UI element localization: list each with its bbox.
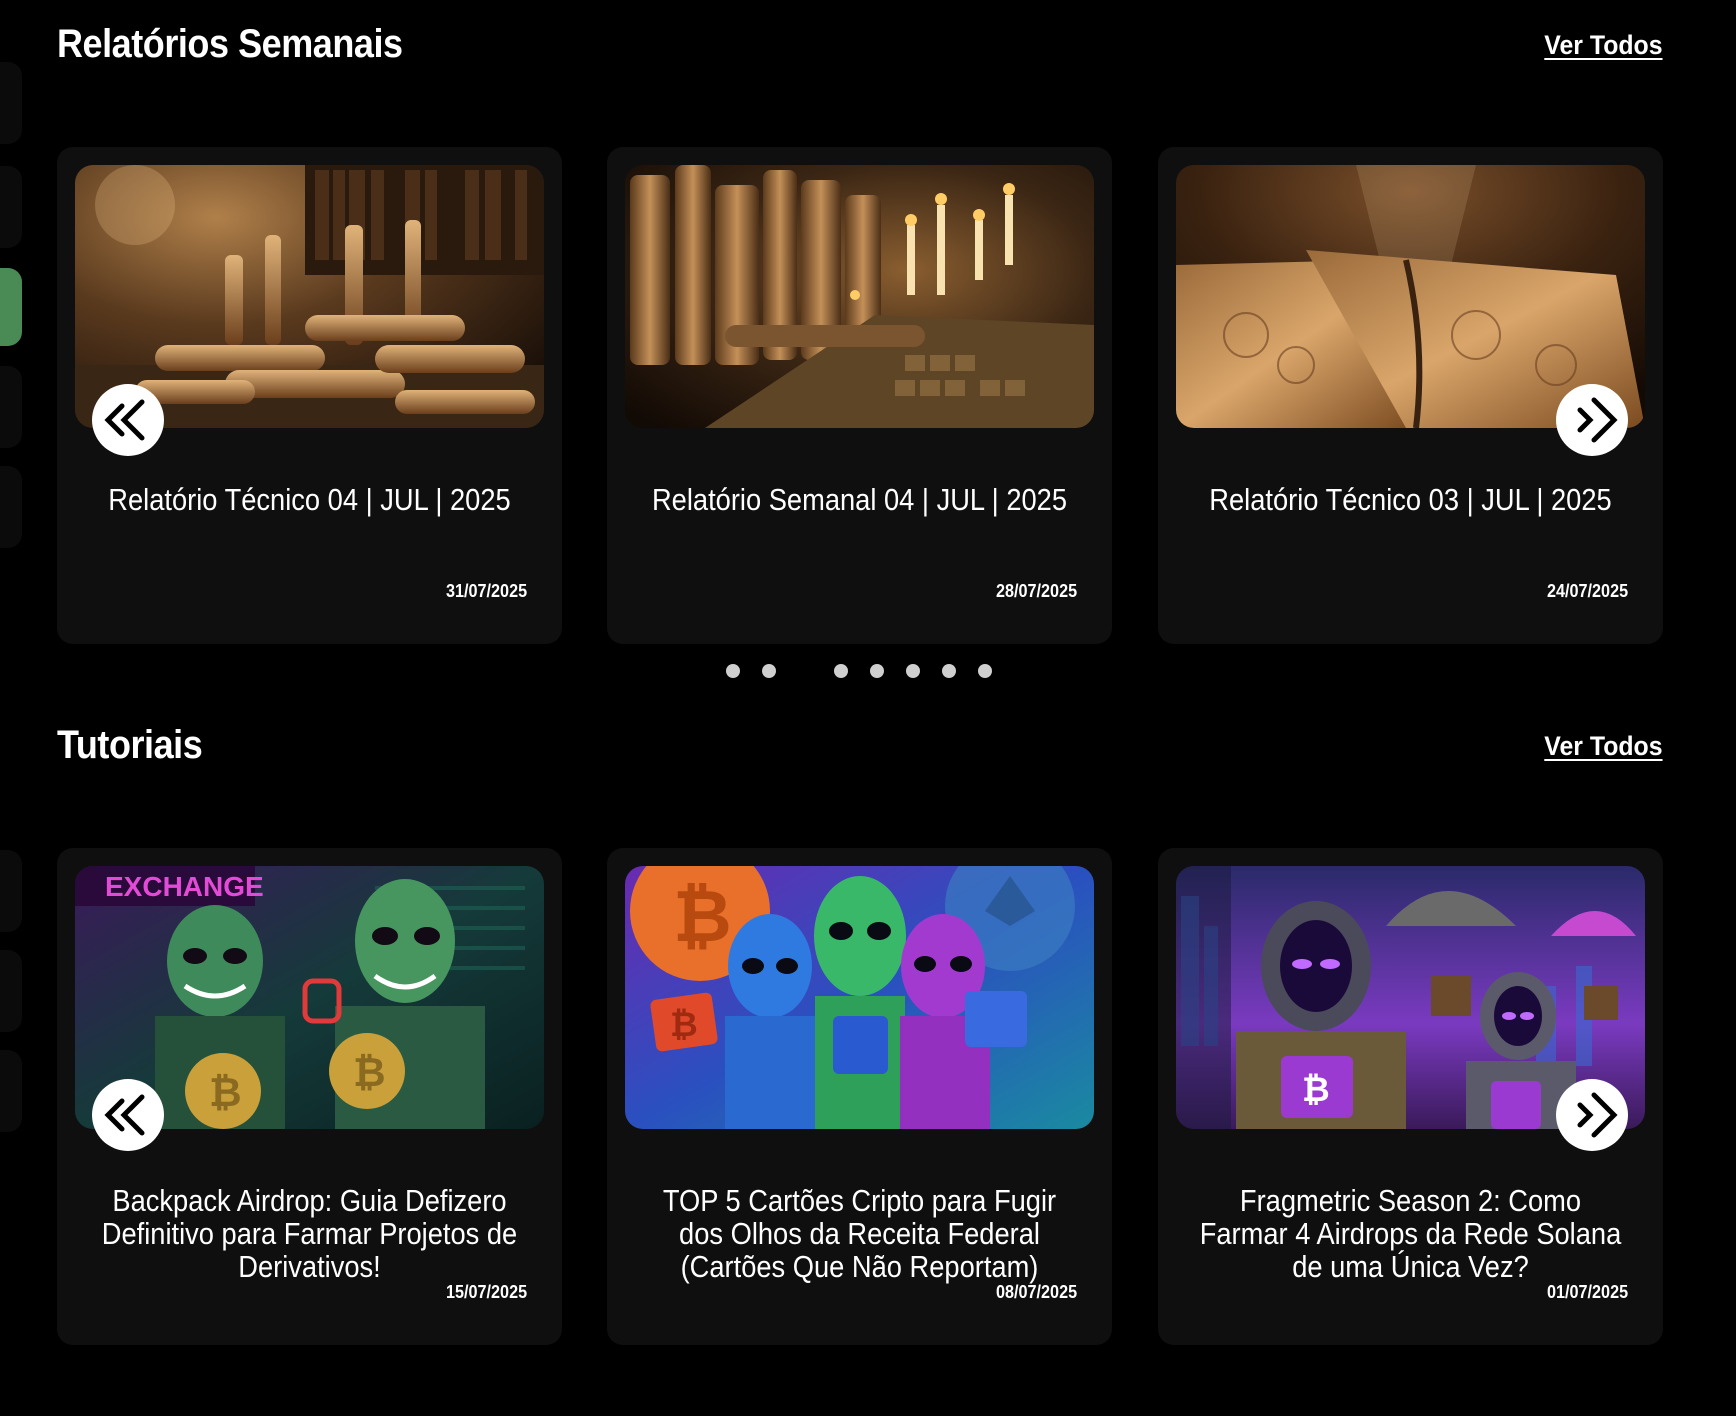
- card-date: 28/07/2025: [995, 581, 1077, 601]
- pagination-dot[interactable]: [834, 664, 848, 678]
- card-date: 24/07/2025: [1546, 581, 1628, 601]
- carousel-prev-button[interactable]: [92, 1079, 164, 1151]
- ancient-books-candles-image: [625, 165, 1094, 428]
- svg-text:₿: ₿: [670, 1006, 698, 1044]
- double-chevron-right-icon: [1577, 397, 1618, 443]
- card-date: 01/07/2025: [1546, 1282, 1628, 1302]
- side-nav-item[interactable]: [0, 466, 22, 548]
- section-title: Tutoriais: [57, 723, 203, 767]
- card-title: Backpack Airdrop: Guia Defizero Definiti…: [101, 1183, 518, 1284]
- side-nav-item[interactable]: [0, 366, 22, 448]
- svg-text:₿: ₿: [673, 877, 732, 957]
- pagination-dot[interactable]: [762, 664, 776, 678]
- pagination-dot[interactable]: [906, 664, 920, 678]
- carousel-next-button[interactable]: [1556, 1079, 1628, 1151]
- side-nav-item[interactable]: [0, 1050, 22, 1132]
- card-date: 15/07/2025: [445, 1282, 527, 1302]
- side-nav-item[interactable]: [0, 950, 22, 1032]
- section-title: Relatórios Semanais: [57, 22, 403, 66]
- card-date: 31/07/2025: [445, 581, 527, 601]
- card-title: Relatório Técnico 04 | JUL | 2025: [108, 482, 511, 517]
- view-all-link[interactable]: Ver Todos: [1545, 731, 1663, 762]
- carousel: Relatório Técnico 04 | JUL | 2025 31/07/…: [57, 147, 1663, 644]
- weekly-reports-section: Relatórios Semanais Ver Todos Relatório …: [57, 22, 1663, 652]
- svg-text:₿: ₿: [1302, 1071, 1330, 1109]
- side-nav-item-active[interactable]: [0, 268, 22, 346]
- double-chevron-right-icon: [1577, 1092, 1618, 1138]
- pagination-dot[interactable]: [942, 664, 956, 678]
- double-chevron-left-icon: [104, 1094, 145, 1136]
- report-card[interactable]: Relatório Semanal 04 | JUL | 2025 28/07/…: [607, 147, 1112, 644]
- card-date: 08/07/2025: [995, 1282, 1077, 1302]
- carousel-pagination: [0, 664, 1736, 680]
- card-title: Relatório Semanal 04 | JUL | 2025: [651, 482, 1068, 517]
- aliens-crypto-cards-image: ₿ ₿: [625, 866, 1094, 1129]
- pagination-dot[interactable]: [870, 664, 884, 678]
- svg-text:₿: ₿: [209, 1071, 242, 1115]
- carousel: EXCHANGE ₿ ₿ Backpack Airdrop: Guia Defi…: [57, 848, 1663, 1345]
- tutorials-section: Tutoriais Ver Todos EXCHANGE ₿ ₿ Backpac…: [57, 723, 1663, 1416]
- carousel-prev-button[interactable]: [92, 384, 164, 456]
- pagination-dot[interactable]: [978, 664, 992, 678]
- carousel-next-button[interactable]: [1556, 384, 1628, 456]
- card-title: Fragmetric Season 2: Como Farmar 4 Airdr…: [1199, 1183, 1622, 1284]
- svg-text:₿: ₿: [353, 1051, 386, 1095]
- side-nav-item[interactable]: [0, 62, 22, 144]
- tutorial-card[interactable]: ₿ ₿ TOP 5 Cartões Cripto para Fugir dos …: [607, 848, 1112, 1345]
- side-nav-item[interactable]: [0, 166, 22, 248]
- double-chevron-left-icon: [104, 399, 145, 441]
- card-title: TOP 5 Cartões Cripto para Fugir dos Olho…: [662, 1183, 1057, 1284]
- exchange-sign: EXCHANGE: [105, 871, 264, 902]
- view-all-link[interactable]: Ver Todos: [1545, 30, 1663, 61]
- pagination-dot[interactable]: [726, 664, 740, 678]
- card-title: Relatório Técnico 03 | JUL | 2025: [1209, 482, 1612, 517]
- side-nav-item[interactable]: [0, 850, 22, 932]
